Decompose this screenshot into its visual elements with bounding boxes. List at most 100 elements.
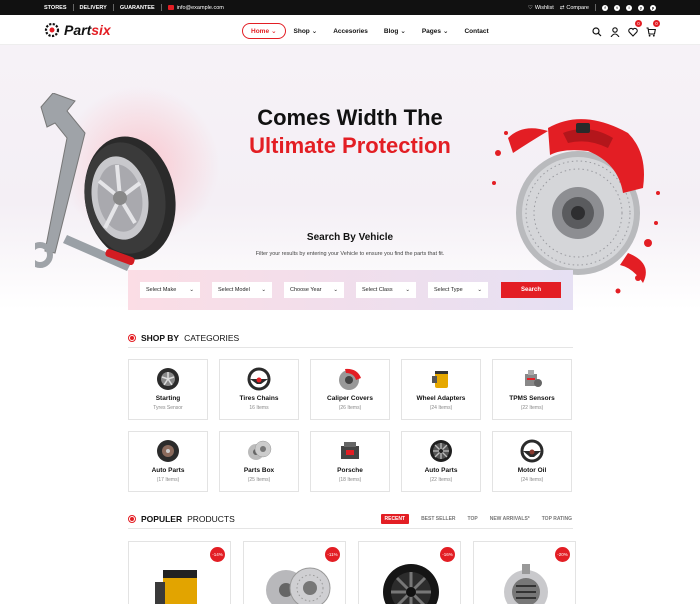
chevron-down-icon: ⌄: [333, 287, 338, 293]
select-label: Select Model: [218, 287, 250, 293]
nav-label: Pages: [421, 27, 441, 35]
vehicle-filter-bar: Select Make ⌄ Select Model ⌄ Choose Year ⌄ …: [128, 270, 573, 310]
stores-link[interactable]: STORES: [44, 5, 67, 11]
guarantee-link[interactable]: GUARANTEE: [120, 5, 155, 11]
tab-best-seller[interactable]: BEST SELLER: [421, 516, 455, 522]
search-icon[interactable]: [592, 24, 602, 37]
instagram-icon[interactable]: i: [626, 4, 632, 11]
cart-count-badge: 0: [653, 20, 660, 27]
site-logo[interactable]: Part six: [44, 22, 111, 38]
nav-blog[interactable]: Blog ⌄: [376, 24, 414, 38]
select-type-dropdown[interactable]: Select Type ⌄: [428, 282, 488, 298]
rim-icon: [383, 564, 439, 604]
category-card[interactable]: Motor Oil (24 Items): [492, 431, 572, 492]
email-text: info@example.com: [176, 4, 224, 11]
product-card[interactable]: -11%: [243, 541, 346, 604]
brake-disc-illustration-icon: [492, 119, 660, 294]
wishlist-heart-icon[interactable]: 0: [628, 20, 642, 37]
cart-icon[interactable]: 0: [646, 20, 660, 37]
category-card[interactable]: Parts Box (25 Items): [219, 431, 299, 492]
oil-filter-icon: [155, 570, 197, 604]
category-count: (18 Items): [338, 477, 362, 483]
category-count: (25 Items): [247, 477, 271, 483]
category-name: Starting: [155, 395, 181, 402]
category-card[interactable]: Auto Parts (22 Items): [401, 431, 481, 492]
chevron-down-icon: ⌄: [311, 28, 318, 35]
twitter-icon[interactable]: t: [614, 4, 620, 11]
youtube-icon[interactable]: y: [638, 4, 644, 11]
tab-top-rating[interactable]: TOP RATING: [542, 516, 572, 522]
chevron-down-icon: ⌄: [189, 287, 194, 293]
select-class-dropdown[interactable]: Select Class ⌄: [356, 282, 416, 298]
select-model-dropdown[interactable]: Select Model ⌄: [212, 282, 272, 298]
category-card[interactable]: Porsche (18 Items): [310, 431, 390, 492]
heading-rest: PRODUCTS: [187, 514, 235, 524]
category-card[interactable]: TPMS Sensors (22 Items): [492, 359, 572, 420]
steering-wheel-icon: [247, 367, 271, 391]
nav-home[interactable]: Home ⌄: [242, 23, 286, 39]
wishlist-link[interactable]: ♡ Wishlist: [528, 5, 554, 11]
category-count: (24 Items): [520, 477, 544, 483]
category-name: TPMS Sensors: [509, 395, 555, 402]
alternator-icon: [504, 564, 548, 604]
compare-link[interactable]: ⇄ Compare: [560, 5, 589, 11]
oil-filter-icon: [432, 371, 448, 388]
search-button[interactable]: Search: [501, 282, 561, 298]
pinterest-icon[interactable]: p: [650, 4, 656, 11]
email-link[interactable]: info@example.com: [167, 4, 224, 11]
product-list: -14% -11% -16% -20%: [128, 541, 576, 604]
choose-year-dropdown[interactable]: Choose Year ⌄: [284, 282, 344, 298]
chevron-down-icon: ⌄: [477, 287, 482, 293]
brake-disc-icon: [248, 440, 272, 460]
main-header: Part six Home ⌄ Shop ⌄ Accesories Blog ⌄ Pag…: [0, 15, 700, 45]
category-card[interactable]: Tires Chains 16 Items: [219, 359, 299, 420]
categories-heading: SHOP BY CATEGORIES: [128, 333, 239, 343]
select-label: Select Make: [146, 287, 177, 293]
select-label: Choose Year: [290, 287, 322, 293]
nav-shop[interactable]: Shop ⌄: [286, 24, 326, 38]
product-card[interactable]: -14%: [128, 541, 231, 604]
logo-text-six: six: [91, 21, 111, 38]
shuffle-icon: ⇄: [559, 4, 565, 11]
brake-caliper-icon: [339, 368, 361, 390]
heart-icon: ♡: [527, 4, 533, 11]
category-name: Parts Box: [243, 467, 275, 474]
facebook-icon[interactable]: f: [602, 4, 608, 11]
nav-label: Contact: [464, 27, 489, 35]
chevron-down-icon: ⌄: [261, 287, 266, 293]
tab-top[interactable]: TOP: [468, 516, 478, 522]
select-make-dropdown[interactable]: Select Make ⌄: [140, 282, 200, 298]
heading-bold: POPULER: [141, 514, 183, 524]
category-count: (22 Items): [520, 405, 544, 411]
wishlist-count-badge: 0: [635, 20, 642, 27]
product-card[interactable]: -16%: [358, 541, 461, 604]
nav-label: Blog: [383, 27, 399, 35]
divider: [72, 4, 74, 11]
search-by-vehicle-subtitle: Filter your results by entering your Veh…: [255, 251, 445, 257]
nav-pages[interactable]: Pages ⌄: [414, 24, 457, 38]
section-divider: [128, 528, 573, 529]
user-icon[interactable]: [610, 24, 620, 38]
category-name: Caliper Covers: [327, 395, 373, 402]
discount-badge: -14%: [210, 547, 225, 562]
category-name: Motor Oil: [517, 467, 547, 474]
category-card[interactable]: Starting Tyres Sensor: [128, 359, 208, 420]
nav-contact[interactable]: Contact: [456, 25, 496, 38]
category-card[interactable]: Caliper Covers (26 Items): [310, 359, 390, 420]
chevron-down-icon: ⌄: [442, 28, 449, 35]
category-card[interactable]: Auto Parts (17 Items): [128, 431, 208, 492]
category-count: (17 Items): [156, 477, 180, 483]
tab-new-arrivals[interactable]: NEW ARRIVALS*: [490, 516, 530, 522]
nav-accesories[interactable]: Accesories: [325, 25, 376, 38]
tab-recent[interactable]: RECENT: [380, 514, 410, 524]
delivery-link[interactable]: DELIVERY: [80, 5, 107, 11]
select-label: Select Type: [434, 287, 463, 293]
category-name: Auto Parts: [151, 467, 185, 474]
nav-label: Home: [251, 27, 270, 35]
heading-rest: CATEGORIES: [184, 333, 240, 343]
category-card[interactable]: Wheel Adapters (24 Items): [401, 359, 481, 420]
brake-disc-icon: [266, 567, 331, 604]
category-count: Tyres Sensor: [153, 405, 183, 411]
product-card[interactable]: -20%: [473, 541, 576, 604]
tire-icon: [157, 440, 179, 462]
